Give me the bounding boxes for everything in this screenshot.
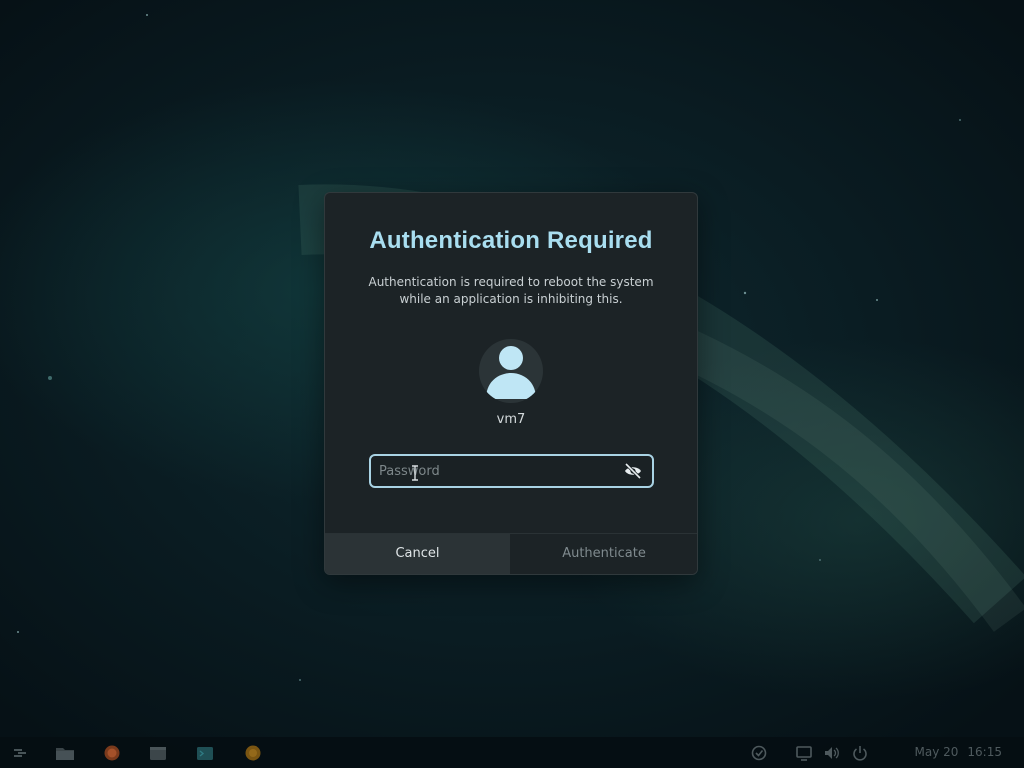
text-cursor-icon — [412, 465, 418, 481]
taskbar: May 20 16:15 — [0, 737, 1024, 768]
clock[interactable]: May 20 16:15 — [915, 745, 1003, 759]
terminal-icon[interactable] — [196, 744, 214, 762]
dialog-title: Authentication Required — [369, 227, 653, 254]
power-icon[interactable] — [851, 744, 869, 762]
dialog-button-row: Cancel Authenticate — [325, 533, 697, 574]
username-label: vm7 — [496, 412, 526, 427]
files-icon[interactable] — [149, 744, 167, 762]
dialog-description: Authentication is required to reboot the… — [368, 275, 654, 306]
menu-icon[interactable] — [11, 744, 29, 762]
eye-slash-icon[interactable] — [623, 462, 643, 480]
clock-date: May 20 — [914, 745, 959, 759]
password-field-container[interactable] — [369, 454, 654, 488]
volume-icon[interactable] — [823, 744, 841, 762]
authentication-dialog: Authentication Required Authentication i… — [324, 192, 698, 575]
updates-icon[interactable] — [750, 744, 768, 762]
cancel-button[interactable]: Cancel — [325, 534, 510, 574]
folder-icon[interactable] — [54, 744, 76, 762]
clock-time: 16:15 — [967, 745, 1002, 759]
user-avatar-icon — [479, 339, 543, 403]
firefox-icon[interactable] — [103, 744, 121, 762]
display-icon[interactable] — [795, 744, 813, 762]
app-icon[interactable] — [244, 744, 262, 762]
authenticate-button[interactable]: Authenticate — [511, 534, 697, 574]
